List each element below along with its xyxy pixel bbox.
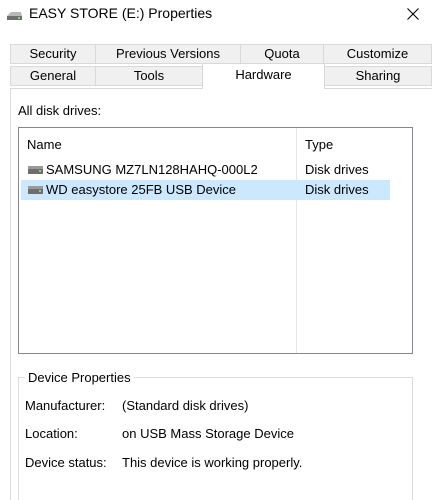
column-header-name[interactable]: Name	[27, 137, 62, 153]
disk-drives-list[interactable]: Name Type SAMSUNG MZ7LN128HAHQ-000L2 Dis…	[18, 127, 413, 354]
tab-label: Previous Versions	[115, 46, 221, 61]
close-icon	[407, 8, 419, 20]
disk-drive-icon	[28, 166, 43, 174]
tab-label: Tools	[133, 68, 165, 83]
properties-window: EASY STORE (E:) Properties Security Prev…	[0, 0, 432, 500]
drive-row[interactable]: SAMSUNG MZ7LN128HAHQ-000L2 Disk drives	[21, 160, 390, 180]
manufacturer-label: Manufacturer:	[25, 398, 106, 413]
drive-type: Disk drives	[305, 162, 369, 177]
tab-hardware[interactable]: Hardware	[202, 63, 325, 89]
tab-tools[interactable]: Tools	[95, 66, 203, 86]
drive-name: WD easystore 25FB USB Device	[46, 182, 237, 197]
tab-general[interactable]: General	[10, 66, 96, 86]
tab-quota[interactable]: Quota	[240, 44, 324, 64]
drive-name: SAMSUNG MZ7LN128HAHQ-000L2	[46, 162, 258, 177]
tab-label: Security	[29, 46, 77, 61]
drive-row-selected[interactable]: WD easystore 25FB USB Device Disk drives	[21, 180, 390, 200]
tab-label: Sharing	[355, 68, 401, 83]
tab-customize[interactable]: Customize	[323, 44, 432, 64]
device-properties-title: Device Properties	[25, 370, 134, 386]
drive-icon	[7, 12, 22, 20]
tab-sharing[interactable]: Sharing	[324, 66, 432, 86]
tab-security[interactable]: Security	[10, 44, 96, 64]
tab-label: Hardware	[235, 67, 292, 82]
column-header-type[interactable]: Type	[305, 137, 333, 153]
tab-previous-versions[interactable]: Previous Versions	[95, 44, 241, 64]
list-header: Name Type	[19, 128, 412, 158]
manufacturer-value: (Standard disk drives)	[122, 398, 249, 413]
title-bar: EASY STORE (E:) Properties	[0, 0, 432, 30]
close-button[interactable]	[394, 0, 432, 28]
location-label: Location:	[25, 426, 78, 441]
all-disk-drives-label: All disk drives:	[18, 103, 102, 118]
device-status-value: This device is working properly.	[122, 455, 303, 470]
drive-type: Disk drives	[305, 182, 369, 197]
disk-drive-icon	[28, 186, 43, 194]
tab-label: General	[29, 68, 77, 83]
device-status-label: Device status:	[25, 455, 107, 470]
tab-label: Customize	[346, 46, 409, 61]
window-title: EASY STORE (E:) Properties	[29, 5, 213, 21]
location-value: on USB Mass Storage Device	[122, 426, 294, 441]
tab-label: Quota	[264, 46, 300, 61]
